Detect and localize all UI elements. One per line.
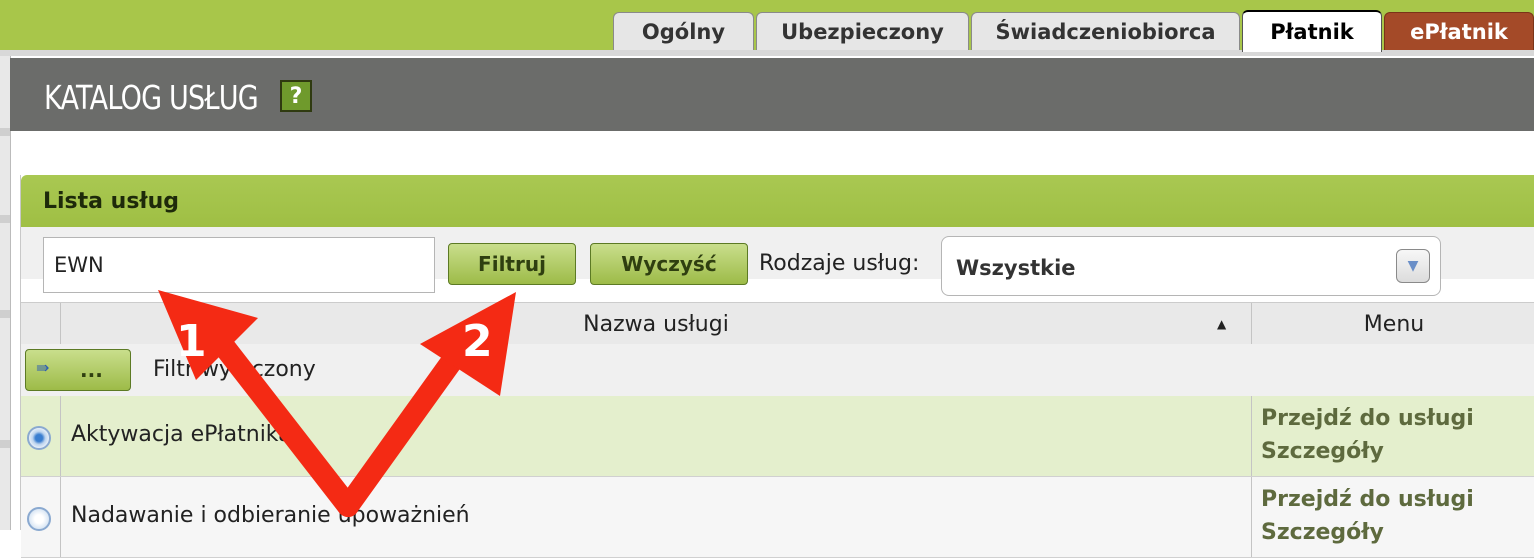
annotation-arrows: 1 2 [158, 290, 516, 517]
arrow-2-number: 2 [462, 316, 493, 367]
arrow-1-number: 1 [176, 316, 207, 367]
